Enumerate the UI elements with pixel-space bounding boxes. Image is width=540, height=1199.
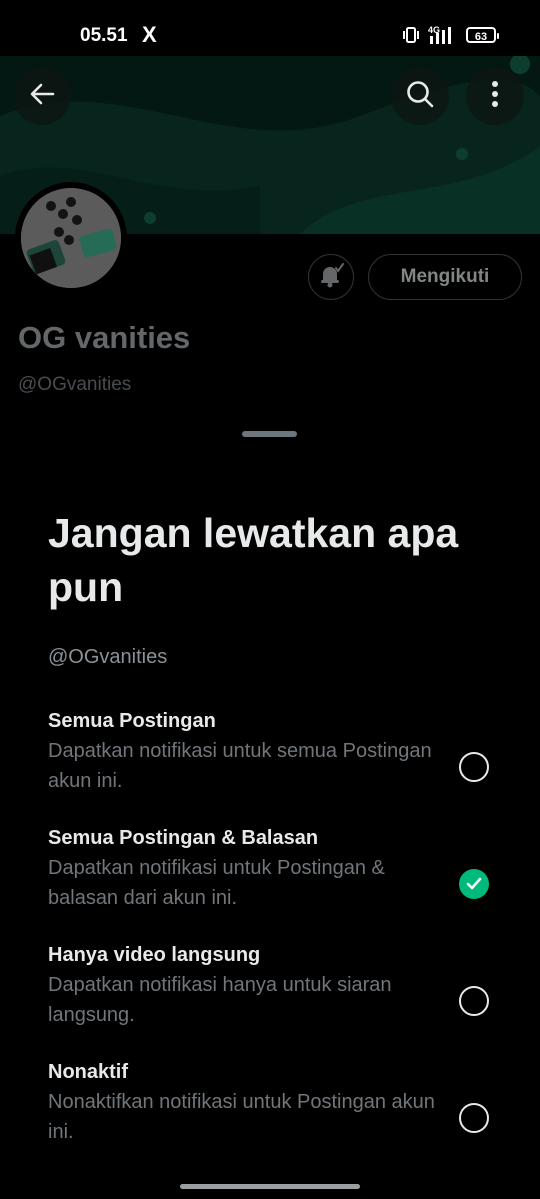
profile-handle: @OGvanities	[18, 374, 132, 395]
more-button[interactable]	[466, 67, 524, 125]
vibrate-icon	[402, 26, 420, 49]
sheet-drag-handle[interactable]	[242, 431, 297, 437]
radio-button[interactable]	[459, 986, 489, 1016]
battery-icon: 63	[466, 27, 499, 43]
bell-check-icon	[317, 261, 345, 294]
following-button[interactable]: Mengikuti	[368, 254, 522, 300]
notification-bell-button[interactable]	[308, 254, 354, 300]
option-description: Nonaktifkan notifikasi untuk Postingan a…	[48, 1091, 435, 1143]
option-title: Semua Postingan	[48, 710, 216, 732]
home-indicator[interactable]	[180, 1184, 360, 1189]
more-vertical-icon	[491, 80, 499, 113]
search-icon	[405, 79, 435, 114]
back-arrow-icon	[28, 80, 56, 113]
avatar[interactable]	[15, 182, 127, 294]
option-title: Hanya video langsung	[48, 944, 261, 966]
option-description: Dapatkan notifikasi untuk semua Postinga…	[48, 740, 432, 792]
notification-settings-sheet: Jangan lewatkan apa pun @OGvanities Semu…	[0, 414, 540, 1199]
option-description: Dapatkan notifikasi untuk Postingan & ba…	[48, 857, 385, 909]
x-app-icon: X	[142, 22, 157, 47]
back-button[interactable]	[13, 67, 71, 125]
status-bar: 05.51 X 4G 63	[0, 0, 540, 56]
status-time: 05.51	[80, 25, 128, 46]
sheet-title: Jangan lewatkan apa pun	[48, 510, 459, 610]
radio-button[interactable]	[459, 1103, 489, 1133]
option-live-video-only[interactable]: Hanya video langsung Dapatkan notifikasi…	[48, 942, 508, 1042]
search-button[interactable]	[391, 67, 449, 125]
option-all-posts[interactable]: Semua Postingan Dapatkan notifikasi untu…	[48, 708, 508, 808]
option-all-posts-replies[interactable]: Semua Postingan & Balasan Dapatkan notif…	[48, 825, 508, 925]
checkmark-icon	[466, 877, 482, 890]
option-title: Nonaktif	[48, 1061, 128, 1083]
radio-button[interactable]	[459, 752, 489, 782]
profile-name: OG vanities	[18, 320, 191, 355]
sheet-account-handle: @OGvanities	[48, 646, 168, 668]
option-description: Dapatkan notifikasi hanya untuk siaran l…	[48, 974, 392, 1026]
option-title: Semua Postingan & Balasan	[48, 827, 319, 849]
signal-icon: 4G	[426, 24, 458, 51]
avatar-image	[21, 188, 121, 288]
option-off[interactable]: Nonaktif Nonaktifkan notifikasi untuk Po…	[48, 1059, 508, 1159]
radio-button-selected[interactable]	[459, 869, 489, 899]
